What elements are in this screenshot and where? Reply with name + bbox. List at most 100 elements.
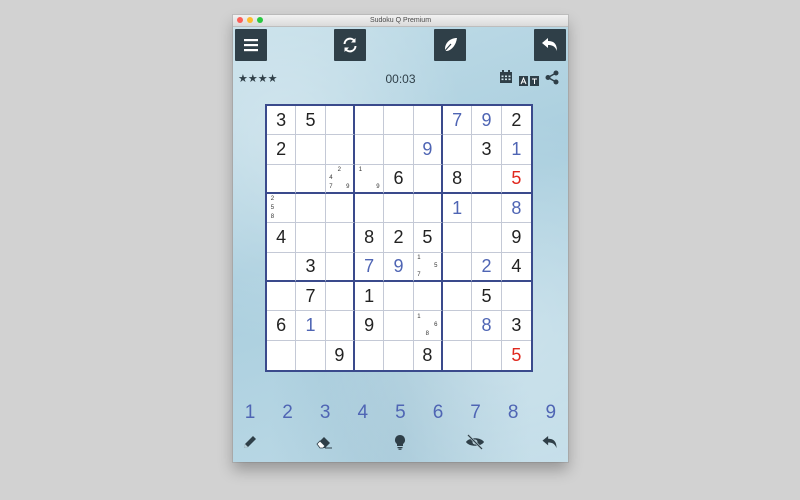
board-cell[interactable] xyxy=(296,135,326,165)
pencil-button[interactable] xyxy=(239,432,261,452)
board-cell[interactable] xyxy=(325,311,355,341)
board-cell[interactable] xyxy=(325,282,355,312)
board-cell[interactable]: 2 xyxy=(267,135,297,165)
board-cell[interactable] xyxy=(413,106,443,136)
board-cell[interactable]: 2 xyxy=(501,106,531,136)
board-cell[interactable] xyxy=(384,194,414,224)
board-cell[interactable]: 1 xyxy=(296,311,326,341)
board-cell[interactable]: 8 xyxy=(443,164,473,194)
board-cell[interactable]: 1 xyxy=(443,194,473,224)
board-cell[interactable] xyxy=(267,282,297,312)
board-cell[interactable] xyxy=(501,282,531,312)
board-cell[interactable] xyxy=(443,252,473,282)
board-cell[interactable] xyxy=(443,282,473,312)
board-cell[interactable] xyxy=(325,135,355,165)
hide-button[interactable] xyxy=(464,432,486,452)
board-cell[interactable] xyxy=(296,340,326,370)
board-cell[interactable] xyxy=(267,164,297,194)
numpad-digit-6[interactable]: 6 xyxy=(423,402,453,424)
board-cell[interactable]: 1 xyxy=(501,135,531,165)
board-cell[interactable]: 3 xyxy=(267,106,297,136)
board-cell[interactable] xyxy=(355,106,385,136)
board-cell[interactable]: 3 xyxy=(472,135,502,165)
board-cell[interactable] xyxy=(472,223,502,253)
board-cell[interactable]: 8 xyxy=(355,223,385,253)
board-cell[interactable]: 6 xyxy=(384,164,414,194)
board-cell[interactable] xyxy=(472,340,502,370)
board-cell[interactable] xyxy=(443,340,473,370)
board-cell[interactable]: 2 xyxy=(472,252,502,282)
board-cell[interactable]: 5 xyxy=(502,341,531,370)
board-cell[interactable] xyxy=(384,311,414,341)
board-cell[interactable]: 1 68 xyxy=(413,311,443,341)
board-cell[interactable]: 7 xyxy=(355,252,385,282)
board-cell[interactable] xyxy=(355,135,385,165)
board-cell[interactable]: 2 xyxy=(384,223,414,253)
calendar-button[interactable] xyxy=(499,70,513,89)
board-cell[interactable]: 8 xyxy=(501,194,531,224)
board-cell[interactable] xyxy=(296,223,326,253)
undo-bottom-button[interactable] xyxy=(539,432,561,452)
board-cell[interactable] xyxy=(355,340,385,370)
share-button[interactable] xyxy=(545,70,559,90)
board-cell[interactable] xyxy=(413,282,443,312)
new-game-button[interactable] xyxy=(334,29,366,61)
board-cell[interactable]: 8 xyxy=(472,311,502,341)
board-cell[interactable] xyxy=(325,252,355,282)
board-cell[interactable] xyxy=(384,340,414,370)
notes-mode-button[interactable] xyxy=(434,29,466,61)
board-cell[interactable]: 7 xyxy=(443,106,473,136)
board-cell[interactable] xyxy=(325,194,355,224)
board-cell[interactable] xyxy=(267,340,297,370)
board-cell[interactable] xyxy=(384,106,414,136)
board-cell[interactable]: 4 xyxy=(501,253,531,282)
eraser-button[interactable] xyxy=(313,432,335,452)
board-cell[interactable]: 9 xyxy=(384,252,414,282)
board-cell[interactable] xyxy=(413,194,443,224)
undo-top-button[interactable] xyxy=(534,29,566,61)
numpad-digit-4[interactable]: 4 xyxy=(348,402,378,424)
board-cell[interactable] xyxy=(384,135,414,165)
board-cell[interactable]: 247 9 xyxy=(325,164,355,194)
board-cell[interactable] xyxy=(413,164,443,194)
numpad-digit-3[interactable]: 3 xyxy=(310,402,340,424)
numpad-digit-2[interactable]: 2 xyxy=(273,402,303,424)
board-cell[interactable] xyxy=(267,252,297,282)
board-cell[interactable]: 9 xyxy=(355,311,385,341)
numpad-digit-1[interactable]: 1 xyxy=(235,402,265,424)
board-cell[interactable]: 6 xyxy=(267,311,297,341)
board-cell[interactable]: 4 xyxy=(267,223,297,253)
board-cell[interactable]: 5 xyxy=(472,282,502,312)
board-cell[interactable] xyxy=(443,311,473,341)
board-cell[interactable]: 19 xyxy=(355,164,385,194)
translate-button[interactable] xyxy=(519,73,539,91)
numpad-digit-7[interactable]: 7 xyxy=(461,402,491,424)
board-cell[interactable]: 9 xyxy=(413,135,443,165)
board-cell[interactable]: 9 xyxy=(501,223,531,253)
board-cell[interactable]: 7 xyxy=(296,282,326,312)
board-cell[interactable] xyxy=(443,223,473,253)
board-cell[interactable] xyxy=(325,223,355,253)
board-cell[interactable] xyxy=(443,135,473,165)
board-cell[interactable] xyxy=(325,106,355,136)
board-cell[interactable]: 3 xyxy=(296,252,326,282)
board-cell[interactable]: 1 xyxy=(355,282,385,312)
numpad-digit-8[interactable]: 8 xyxy=(498,402,528,424)
board-cell[interactable]: 5 xyxy=(501,165,531,194)
board-cell[interactable]: 9 xyxy=(472,106,502,136)
hint-button[interactable] xyxy=(389,432,411,452)
board-cell[interactable]: 5 xyxy=(413,223,443,253)
board-cell[interactable]: 5 xyxy=(296,106,326,136)
board-cell[interactable]: 8 xyxy=(414,340,443,370)
board-cell[interactable] xyxy=(472,164,502,194)
board-cell[interactable] xyxy=(472,194,502,224)
board-cell[interactable]: 2 58 xyxy=(267,194,297,224)
board-cell[interactable] xyxy=(384,282,414,312)
numpad-digit-9[interactable]: 9 xyxy=(536,402,566,424)
board-cell[interactable]: 9 xyxy=(326,340,355,370)
board-cell[interactable] xyxy=(296,194,326,224)
board-cell[interactable] xyxy=(296,164,326,194)
menu-button[interactable] xyxy=(235,29,267,61)
board-cell[interactable] xyxy=(355,194,385,224)
numpad-digit-5[interactable]: 5 xyxy=(385,402,415,424)
